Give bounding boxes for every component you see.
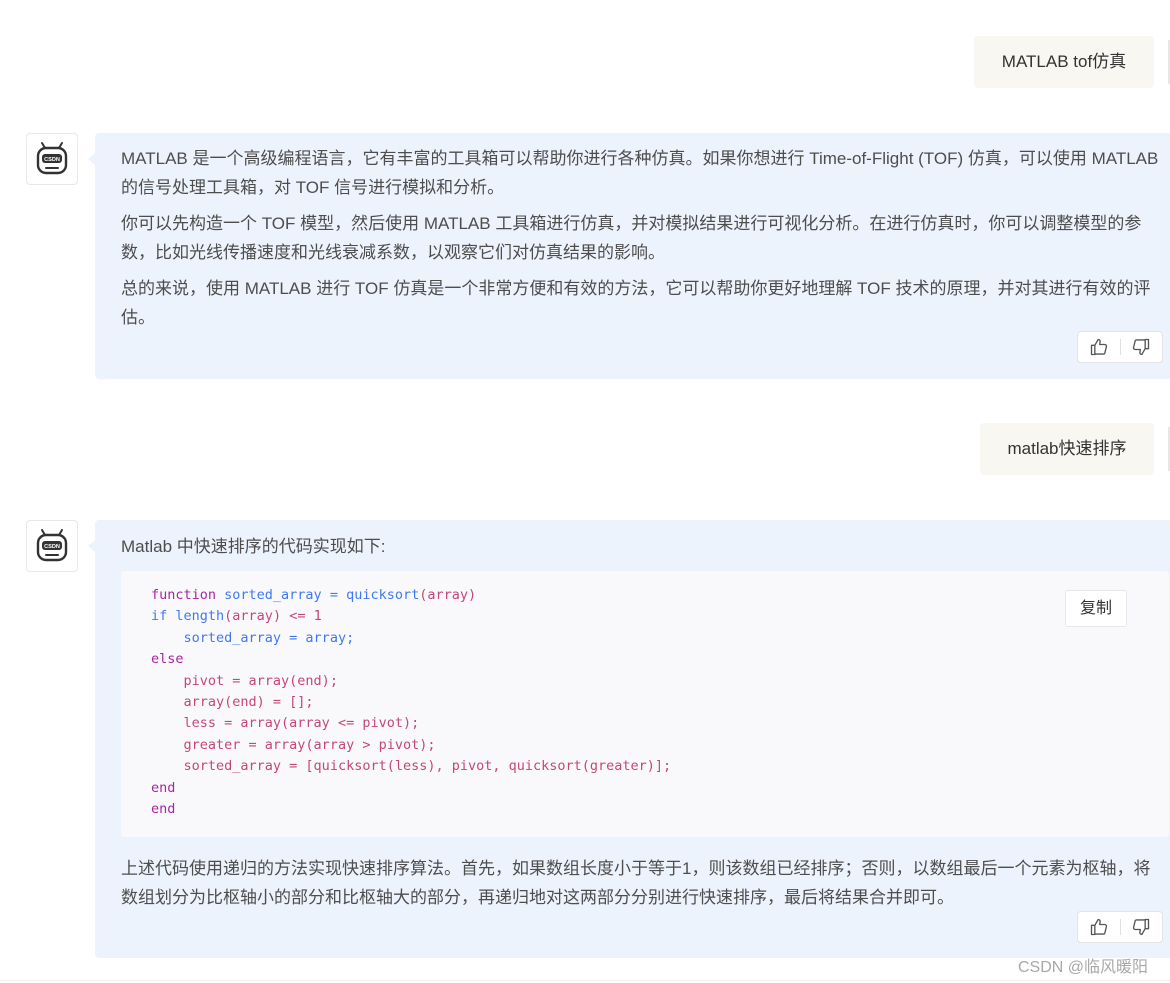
code-line: array(end) = []; bbox=[151, 692, 671, 713]
code-token: less = array(array <= pivot); bbox=[183, 715, 420, 732]
code-line: sorted_array = [quicksort(less), pivot, … bbox=[151, 756, 672, 777]
code-token: pivot = array(end); bbox=[183, 672, 338, 689]
code-line: pivot = array(end); bbox=[151, 671, 671, 692]
robot-icon: CSDN bbox=[36, 142, 68, 175]
code-token: quicksort bbox=[346, 587, 420, 603]
user-message: matlab快速排序 bbox=[980, 423, 1154, 475]
bot-paragraph: 你可以先构造一个 TOF 模型，然后使用 MATLAB 工具箱进行仿真，并对模拟… bbox=[121, 214, 1142, 262]
code-line: else bbox=[151, 649, 671, 670]
code-line: if length(array) <= 1 bbox=[151, 606, 671, 627]
code-line: greater = array(array > pivot); bbox=[151, 735, 671, 756]
bot-paragraph: MATLAB 是一个高级编程语言，它有丰富的工具箱可以帮助你进行各种仿真。如果你… bbox=[121, 149, 1159, 197]
code-token: length bbox=[175, 608, 225, 625]
code-token: (array) <= 1 bbox=[224, 608, 322, 625]
chat-page: MATLAB tof仿真 CSDN MATLAB 是一个高级编程语言，它有丰富的… bbox=[0, 0, 1170, 983]
code-token: sorted_array bbox=[224, 587, 322, 603]
bot-message: MATLAB 是一个高级编程语言，它有丰富的工具箱可以帮助你进行各种仿真。如果你… bbox=[88, 133, 1170, 379]
code-block: function sorted_array = quicksort(array)… bbox=[121, 571, 1169, 837]
bot-paragraph: Matlab 中快速排序的代码实现如下: bbox=[121, 537, 386, 556]
bot-paragraph: 上述代码使用递归的方法实现快速排序算法。首先，如果数组长度小于等于1，则该数组已… bbox=[121, 859, 1151, 907]
code-content: function sorted_array = quicksort(array)… bbox=[151, 585, 671, 820]
dislike-button[interactable] bbox=[1120, 912, 1162, 942]
code-line: end bbox=[151, 799, 671, 820]
avatar-label: CSDN bbox=[44, 544, 60, 550]
watermark: CSDN @临风暖阳 bbox=[1018, 959, 1149, 976]
dislike-button[interactable] bbox=[1120, 332, 1162, 362]
code-token: greater = array(array > pivot); bbox=[183, 736, 436, 753]
code-token: sorted_array = [quicksort(less), pivot, … bbox=[183, 758, 672, 775]
thumbs-down-icon bbox=[1133, 338, 1150, 356]
feedback-bar bbox=[1077, 331, 1163, 363]
code-token: sorted_array = array; bbox=[183, 629, 355, 646]
code-token: else bbox=[151, 651, 184, 668]
bot-avatar: CSDN bbox=[26, 520, 78, 572]
bot-message: Matlab 中快速排序的代码实现如下: function sorted_arr… bbox=[88, 520, 1170, 958]
user-message: MATLAB tof仿真 bbox=[974, 36, 1154, 88]
thumbs-up-icon bbox=[1090, 338, 1107, 356]
code-line: function sorted_array = quicksort(array) bbox=[151, 585, 671, 606]
copy-button[interactable]: 复制 bbox=[1065, 590, 1127, 627]
robot-icon: CSDN bbox=[36, 529, 68, 562]
divider bbox=[0, 980, 1170, 981]
code-line: less = array(array <= pivot); bbox=[151, 713, 671, 734]
code-token: array(end) = []; bbox=[183, 693, 314, 710]
user-message-text: matlab快速排序 bbox=[1007, 439, 1127, 458]
code-token: end bbox=[151, 779, 176, 796]
avatar-label: CSDN bbox=[44, 157, 60, 163]
code-token: function bbox=[151, 587, 225, 603]
code-line: end bbox=[151, 778, 671, 799]
user-message-text: MATLAB tof仿真 bbox=[1001, 52, 1127, 71]
bot-avatar: CSDN bbox=[26, 133, 78, 185]
code-token: (array) bbox=[419, 587, 477, 603]
like-button[interactable] bbox=[1078, 332, 1120, 362]
code-token: = bbox=[321, 587, 347, 603]
like-button[interactable] bbox=[1078, 912, 1120, 942]
thumbs-down-icon bbox=[1133, 918, 1150, 936]
thumbs-up-icon bbox=[1090, 918, 1107, 936]
code-token: end bbox=[151, 800, 176, 817]
feedback-bar bbox=[1077, 911, 1163, 943]
code-line: sorted_array = array; bbox=[151, 628, 671, 649]
bot-paragraph: 总的来说，使用 MATLAB 进行 TOF 仿真是一个非常方便和有效的方法，它可… bbox=[121, 279, 1151, 327]
code-token: if bbox=[151, 608, 176, 625]
